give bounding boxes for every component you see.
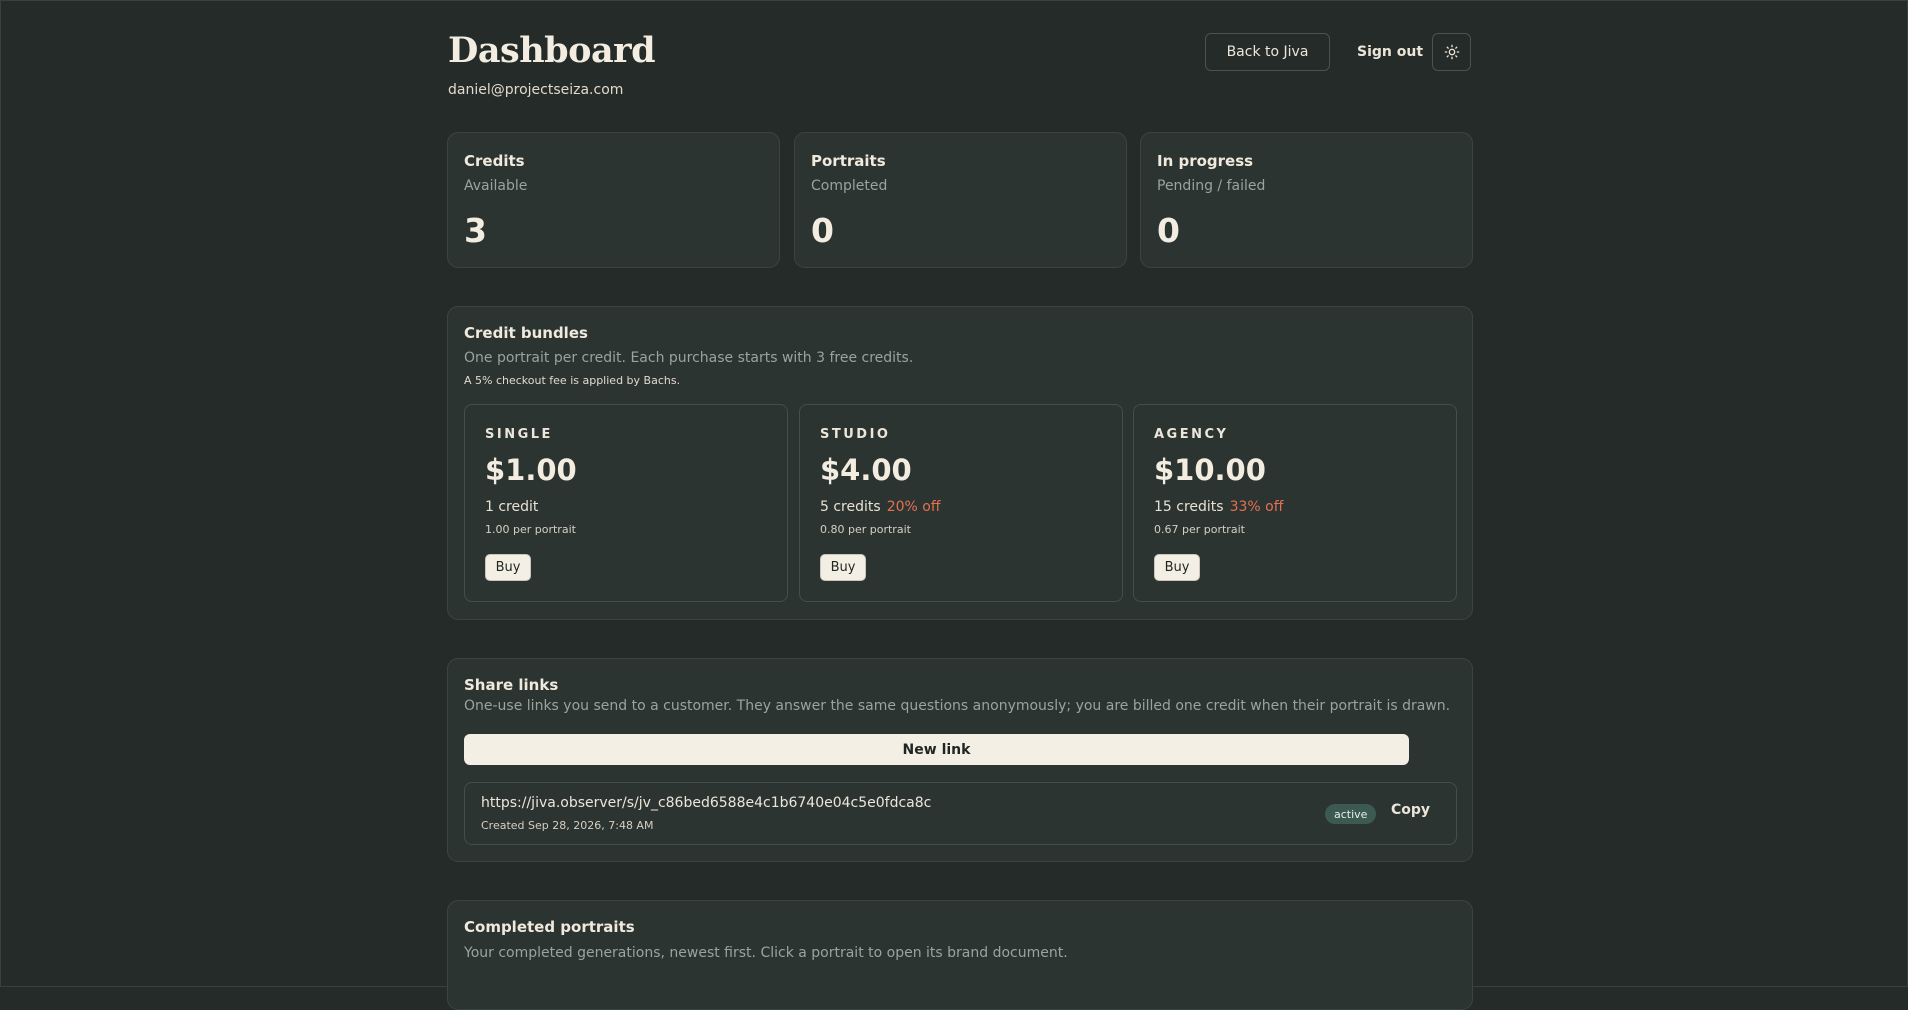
stat-label: Credits	[464, 152, 525, 170]
buy-agency-button[interactable]: Buy	[1154, 554, 1200, 581]
bundle-credits: 5 credits 20% off	[820, 499, 940, 515]
status-badge: active	[1325, 804, 1377, 824]
discount-label: 33% off	[1229, 499, 1284, 515]
bundle-card-studio: STUDIO $4.00 5 credits 20% off 0.80 per p…	[799, 404, 1123, 602]
theme-toggle-button[interactable]	[1432, 33, 1471, 71]
bundle-name: SINGLE	[485, 427, 553, 442]
stat-value: 3	[464, 211, 487, 250]
account-email: daniel@projectseiza.com	[448, 82, 624, 98]
bundle-per-portrait: 1.00 per portrait	[485, 523, 576, 536]
section-title: Share links	[464, 676, 559, 694]
buy-studio-button[interactable]: Buy	[820, 554, 866, 581]
bundle-per-portrait: 0.67 per portrait	[1154, 523, 1245, 536]
bundle-credit-count: 1 credit	[485, 499, 539, 515]
checkout-fee-note: A 5% checkout fee is applied by Bachs.	[464, 374, 681, 387]
section-title: Credit bundles	[464, 324, 588, 342]
page-title: Dashboard	[448, 30, 656, 71]
stat-label: Portraits	[811, 152, 886, 170]
stat-value: 0	[1157, 211, 1180, 250]
stat-card-in-progress: In progress Pending / failed 0	[1140, 132, 1473, 268]
share-links-section: Share links One-use links you send to a …	[447, 658, 1473, 862]
stat-sublabel: Pending / failed	[1157, 178, 1266, 194]
share-link-url[interactable]: https://jiva.observer/s/jv_c86bed6588e4c…	[481, 795, 931, 811]
section-description: One portrait per credit. Each purchase s…	[464, 350, 914, 366]
bundle-card-single: SINGLE $1.00 1 credit 1.00 per portrait …	[464, 404, 788, 602]
stat-label: In progress	[1157, 152, 1254, 170]
new-link-button[interactable]: New link	[464, 734, 1409, 765]
section-title: Completed portraits	[464, 918, 635, 936]
completed-portraits-section: Completed portraits Your completed gener…	[447, 900, 1473, 1010]
copy-link-button[interactable]: Copy	[1391, 802, 1430, 818]
bundle-name: STUDIO	[820, 427, 891, 442]
section-description: One-use links you send to a customer. Th…	[464, 698, 1451, 714]
stat-sublabel: Completed	[811, 178, 888, 194]
page-header: Dashboard daniel@projectseiza.com Back t…	[447, 0, 1473, 130]
dashboard-container: Dashboard daniel@projectseiza.com Back t…	[447, 0, 1473, 1010]
sign-out-button[interactable]: Sign out	[1340, 33, 1440, 71]
stat-value: 0	[811, 211, 834, 250]
bundle-price: $1.00	[485, 453, 577, 487]
bundle-credits: 15 credits 33% off	[1154, 499, 1283, 515]
bundle-credit-count: 15 credits	[1154, 499, 1224, 515]
stat-card-portraits: Portraits Completed 0	[794, 132, 1127, 268]
bundle-price: $10.00	[1154, 453, 1266, 487]
section-description: Your completed generations, newest first…	[464, 945, 1068, 961]
bundle-card-agency: AGENCY $10.00 15 credits 33% off 0.67 per…	[1133, 404, 1457, 602]
bundle-credit-count: 5 credits	[820, 499, 881, 515]
stat-sublabel: Available	[464, 178, 528, 194]
bundle-price: $4.00	[820, 453, 912, 487]
share-link-row: https://jiva.observer/s/jv_c86bed6588e4c…	[464, 782, 1457, 845]
credit-bundles-section: Credit bundles One portrait per credit. …	[447, 306, 1473, 620]
discount-label: 20% off	[886, 499, 941, 515]
bundle-name: AGENCY	[1154, 427, 1229, 442]
share-link-created: Created Sep 28, 2026, 7:48 AM	[481, 819, 654, 832]
bundle-credits: 1 credit	[485, 499, 538, 515]
stat-card-credits: Credits Available 3	[447, 132, 780, 268]
sun-icon	[1444, 44, 1460, 60]
buy-single-button[interactable]: Buy	[485, 554, 531, 581]
bundle-per-portrait: 0.80 per portrait	[820, 523, 911, 536]
back-to-jiva-button[interactable]: Back to Jiva	[1205, 33, 1330, 71]
